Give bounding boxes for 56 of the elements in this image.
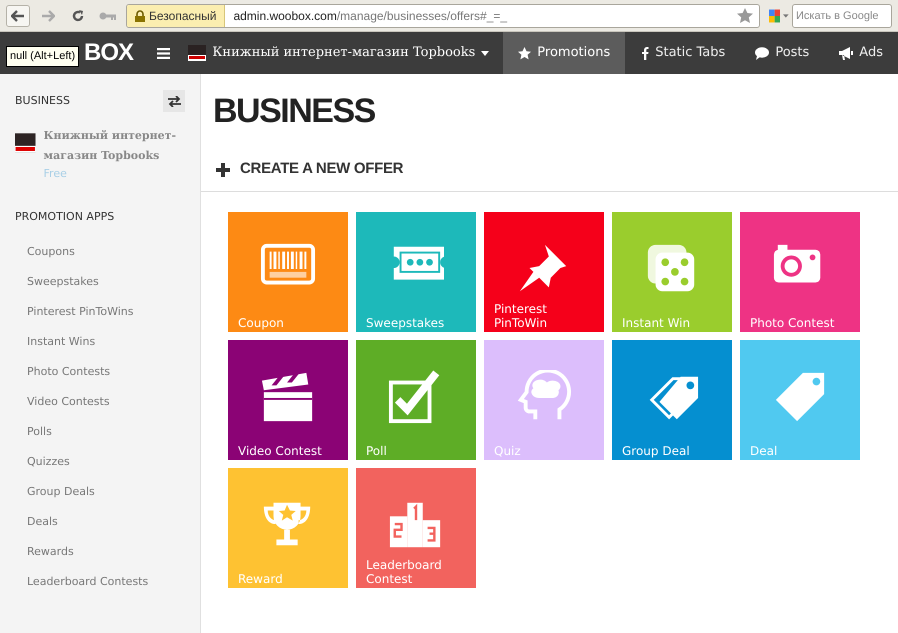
star-icon[interactable] [737, 8, 753, 23]
nav-tab[interactable]: Ads [824, 32, 898, 74]
offer-tile[interactable]: Group Deal [612, 340, 732, 460]
sidebar-link[interactable]: Quizzes [15, 447, 185, 477]
page-title: BUSINESS [213, 94, 376, 128]
logo[interactable]: BOX [84, 35, 134, 71]
search-field[interactable]: Искать в Google [792, 4, 892, 28]
back-button[interactable] [6, 4, 30, 26]
google-icon [769, 8, 780, 24]
offer-tile[interactable]: Poll [356, 340, 476, 460]
business-name: Книжный интернет-магазин Topbooks [44, 128, 178, 164]
offer-tile[interactable]: Photo Contest [740, 212, 860, 332]
tooltip: null (Alt+Left) [6, 46, 80, 66]
sidebar-heading: BUSINESS [15, 92, 70, 109]
speech-bubble-icon [755, 46, 770, 60]
reload-icon [71, 8, 85, 22]
sidebar-link[interactable]: Rewards [15, 537, 185, 567]
sidebar-link[interactable]: Video Contests [15, 387, 185, 417]
sidebar-section-heading: PROMOTION APPS [15, 208, 116, 224]
offer-tile[interactable]: Sweepstakes [356, 212, 476, 332]
back-icon [11, 10, 25, 22]
nav-tab[interactable]: Posts [740, 32, 824, 74]
plus-icon [216, 162, 230, 176]
lock-icon [135, 10, 145, 22]
sidebar-link[interactable]: Photo Contests [15, 357, 185, 387]
switch-button[interactable] [163, 90, 185, 112]
facebook-icon [640, 46, 650, 60]
swap-icon [168, 96, 180, 106]
caret-icon [783, 14, 789, 18]
menu-icon [156, 48, 170, 58]
star-icon [518, 46, 532, 60]
sidebar-link[interactable]: Polls [15, 417, 185, 447]
security-badge[interactable]: Безопасный [127, 4, 226, 26]
plan-label: Free [44, 166, 68, 182]
account-dropdown[interactable]: Книжный интернет-магазин Topbooks [182, 32, 504, 74]
create-offer-button[interactable]: CREATE A NEW OFFER [201, 148, 898, 192]
offer-tile[interactable]: Coupon [228, 212, 348, 332]
offer-tile[interactable]: Leaderboard Contest [356, 468, 476, 588]
forward-icon [41, 10, 55, 22]
caret-icon [481, 50, 490, 56]
nav-tab[interactable]: Promotions [503, 32, 626, 74]
address-bar[interactable]: Безопасный admin.woobox.com/manage/businesses/offers#_=_ [126, 4, 760, 28]
sidebar-link[interactable]: Deals [15, 507, 185, 537]
offer-tile[interactable]: Video Contest [228, 340, 348, 460]
url-text: admin.woobox.com/manage/businesses/offers#_=_ [232, 8, 508, 24]
sidebar-link[interactable]: Leaderboard Contests [15, 567, 185, 597]
sidebar-link[interactable]: Coupons [15, 237, 185, 267]
sidebar-link[interactable]: Instant Wins [15, 327, 185, 357]
key-icon [99, 10, 117, 20]
business-thumbnail-icon [188, 45, 206, 61]
nav-tab[interactable]: Static Tabs [625, 32, 740, 74]
sidebar-link[interactable]: Sweepstakes [15, 267, 185, 297]
sidebar-link[interactable]: Group Deals [15, 477, 185, 507]
offer-tile[interactable]: Pinterest PinToWin [484, 212, 604, 332]
megaphone-icon [839, 46, 854, 60]
sidebar-link[interactable]: Pinterest PinToWins [15, 297, 185, 327]
